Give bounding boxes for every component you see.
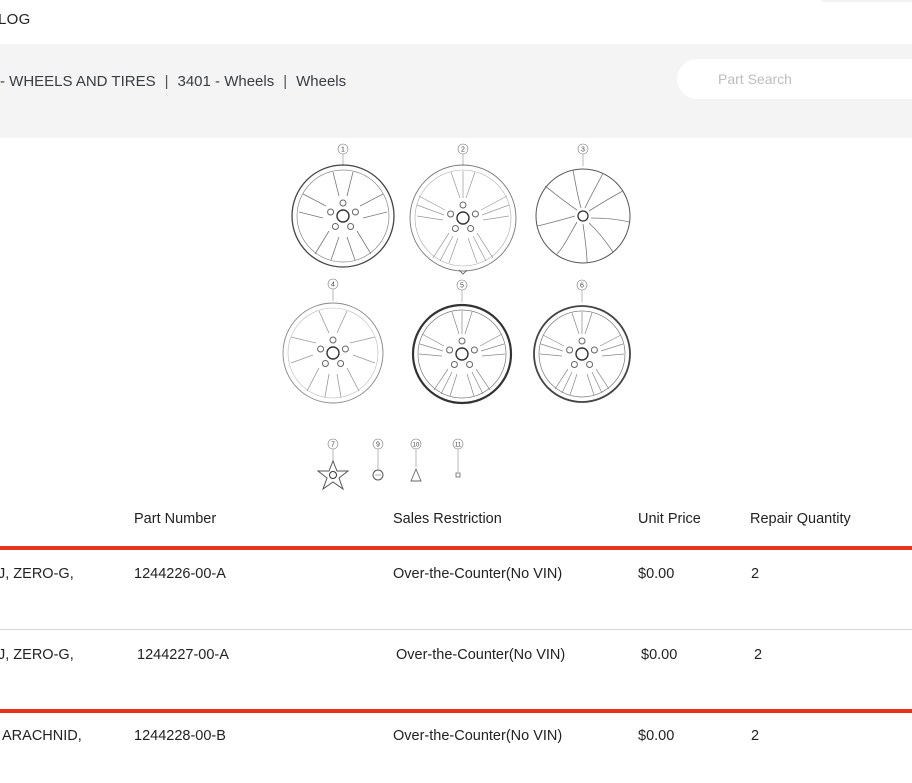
breadcrumb-item-3401-wheels[interactable]: 3401 - Wheels xyxy=(178,73,275,90)
table-row[interactable]: J, ZERO-G, 1244227-00-A Over-the-Counter… xyxy=(0,629,912,710)
cell-sales-restriction: Over-the-Counter(No VIN) xyxy=(396,647,566,663)
callout-2: 2 xyxy=(461,147,465,154)
column-header-part-number[interactable]: Part Number xyxy=(134,511,216,527)
column-header-sales-restriction[interactable]: Sales Restriction xyxy=(393,511,502,527)
cell-unit-price: $0.00 xyxy=(638,728,675,744)
breadcrumb-separator: | xyxy=(283,73,288,90)
breadcrumb-item-wheels-and-tires[interactable]: - WHEELS AND TIRES xyxy=(0,73,156,90)
app-title: LOG xyxy=(0,11,31,28)
cell-repair-quantity: 2 xyxy=(751,728,760,744)
callout-5: 5 xyxy=(460,283,464,290)
cell-part-number[interactable]: 1244227-00-A xyxy=(137,647,229,663)
parts-diagram: 1 2 3 4 5 6 7 9 10 11 xyxy=(270,138,650,498)
cell-part-name: J, ZERO-G, xyxy=(0,647,74,663)
breadcrumb-item-current: Wheels xyxy=(296,73,347,90)
breadcrumb-separator: | xyxy=(164,73,169,90)
callout-4: 4 xyxy=(331,282,335,289)
callout-10: 10 xyxy=(413,443,420,449)
callout-11: 11 xyxy=(455,443,462,449)
table-header: Part Number Sales Restriction Unit Price… xyxy=(0,500,912,548)
cell-part-name: J, ZERO-G, xyxy=(0,566,74,582)
callout-6: 6 xyxy=(580,283,584,290)
column-header-repair-quantity[interactable]: Repair Quantity xyxy=(750,511,851,527)
parts-table: Part Number Sales Restriction Unit Price… xyxy=(0,500,912,783)
cell-repair-quantity: 2 xyxy=(751,566,760,582)
callout-1: 1 xyxy=(341,147,345,154)
top-bar: LOG xyxy=(0,0,912,44)
callout-3: 3 xyxy=(581,147,585,154)
breadcrumb: - WHEELS AND TIRES | 3401 - Wheels | Whe… xyxy=(0,73,346,90)
breadcrumb-bar: - WHEELS AND TIRES | 3401 - Wheels | Whe… xyxy=(0,44,912,138)
table-row[interactable]: J, ZERO-G, 1244226-00-A Over-the-Counter… xyxy=(0,548,912,629)
highlight-line-bottom xyxy=(0,709,912,713)
top-right-pill[interactable] xyxy=(820,0,912,2)
search-box[interactable] xyxy=(677,59,912,99)
cell-part-number[interactable]: 1244226-00-A xyxy=(134,566,226,582)
highlight-line-top xyxy=(0,546,912,550)
wheel-diagram: 1 2 3 4 5 6 7 9 10 11 xyxy=(282,143,631,491)
callout-9: 9 xyxy=(376,442,380,449)
search-input[interactable] xyxy=(691,59,911,99)
cell-unit-price: $0.00 xyxy=(638,566,675,582)
cell-part-number[interactable]: 1244228-00-B xyxy=(134,728,226,744)
cell-repair-quantity: 2 xyxy=(754,647,763,663)
cell-unit-price: $0.00 xyxy=(641,647,678,663)
cell-sales-restriction: Over-the-Counter(No VIN) xyxy=(393,728,563,744)
column-header-unit-price[interactable]: Unit Price xyxy=(638,511,701,527)
callout-7: 7 xyxy=(331,442,335,449)
cell-part-name: ARACHNID, xyxy=(2,728,82,744)
table-row[interactable]: ARACHNID, 1244228-00-B Over-the-Counter(… xyxy=(0,710,912,783)
cell-sales-restriction: Over-the-Counter(No VIN) xyxy=(393,566,563,582)
